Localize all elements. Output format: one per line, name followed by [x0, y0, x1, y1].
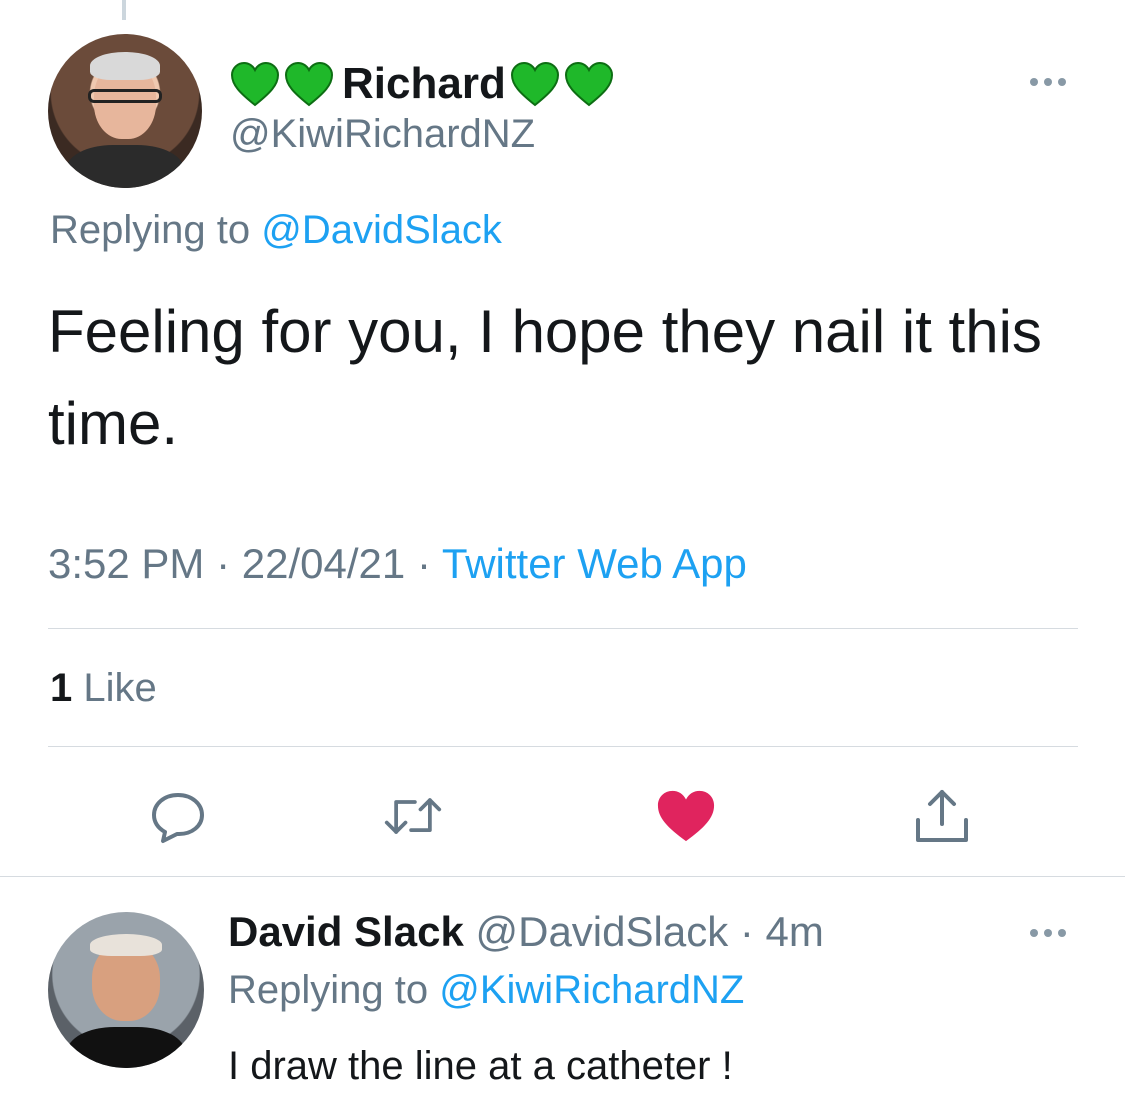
avatar-shirt — [66, 144, 184, 188]
meta-separator: · — [416, 540, 431, 587]
replying-prefix: Replying to — [228, 968, 429, 1012]
retweet-button[interactable] — [383, 786, 443, 846]
green-heart-icon — [230, 61, 280, 107]
replying-prefix: Replying to — [50, 208, 251, 252]
tweet-time[interactable]: 3:52 PM — [48, 540, 204, 587]
replying-to-link[interactable]: @KiwiRichardNZ — [439, 968, 744, 1012]
divider — [48, 746, 1078, 747]
green-heart-icon — [510, 61, 559, 107]
avatar-hair — [89, 52, 161, 81]
avatar-hair — [90, 933, 162, 956]
reply-icon — [152, 793, 204, 843]
author-display-name[interactable]: Richard — [342, 59, 506, 109]
divider — [48, 628, 1078, 629]
meta-separator: · — [739, 908, 754, 955]
share-icon — [916, 790, 968, 842]
more-icon[interactable] — [1030, 78, 1066, 86]
reply-avatar[interactable] — [48, 912, 204, 1068]
reply-age[interactable]: 4m — [766, 908, 824, 955]
like-button[interactable] — [656, 786, 716, 846]
like-count: 1 — [50, 666, 73, 710]
share-button[interactable] — [912, 786, 972, 846]
tweet-source-link[interactable]: Twitter Web App — [442, 540, 747, 587]
like-icon — [657, 790, 715, 842]
replying-to-line: Replying to @DavidSlack — [50, 208, 502, 253]
divider — [0, 876, 1125, 877]
reply-author-handle[interactable]: @DavidSlack — [475, 908, 728, 955]
reply-text: I draw the line at a catheter ! — [228, 1044, 733, 1088]
green-heart-icon — [284, 61, 334, 107]
reply-header: David Slack @DavidSlack · 4m — [228, 908, 824, 956]
more-icon[interactable] — [1030, 929, 1066, 937]
avatar[interactable] — [48, 34, 202, 188]
like-label: Like — [83, 666, 157, 710]
avatar-shirt — [66, 1027, 186, 1068]
avatar-glasses — [88, 89, 162, 104]
tweet-date[interactable]: 22/04/21 — [242, 540, 406, 587]
author-handle[interactable]: @KiwiRichardNZ — [230, 112, 535, 157]
replying-to-link[interactable]: @DavidSlack — [261, 208, 502, 252]
likes-summary[interactable]: 1 Like — [50, 666, 157, 711]
tweet-meta: 3:52 PM · 22/04/21 · Twitter Web App — [48, 540, 747, 588]
reply-button[interactable] — [148, 786, 208, 846]
author-name-row[interactable]: Richard — [230, 56, 618, 112]
tweet-text: Feeling for you, I hope they nail it thi… — [48, 298, 1042, 457]
retweet-icon — [384, 798, 442, 834]
reply-replying-to-line: Replying to @KiwiRichardNZ — [228, 968, 744, 1013]
reply-author-name[interactable]: David Slack — [228, 908, 464, 955]
thread-connector-line — [122, 0, 126, 20]
green-heart-icon — [564, 61, 613, 107]
meta-separator: · — [216, 540, 231, 587]
